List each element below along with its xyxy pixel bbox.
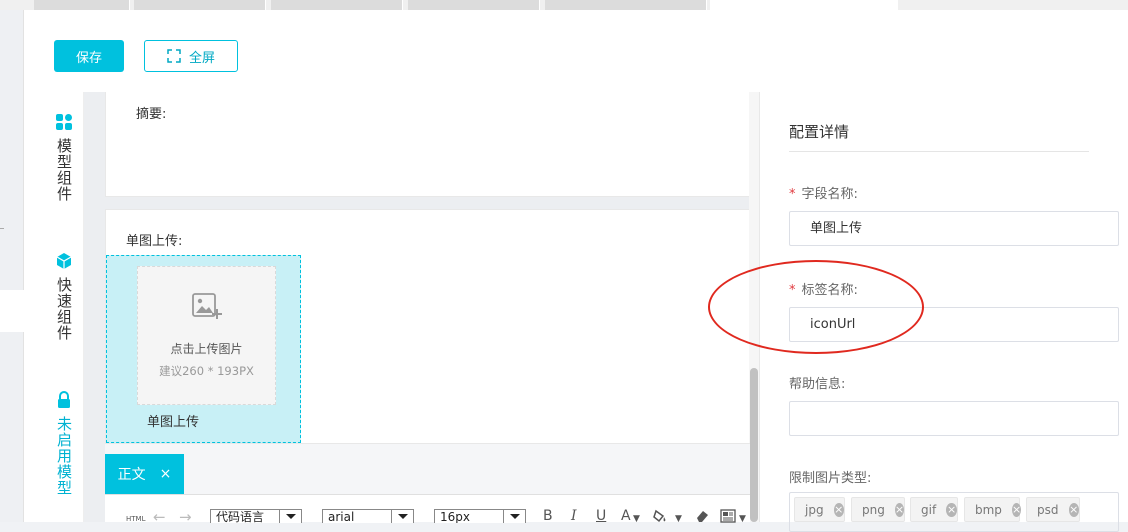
save-button-label: 保存 <box>75 50 102 66</box>
component-side-tabs: 模型组件 快速组件 未启用模型 <box>44 92 84 522</box>
image-upload-dropzone[interactable]: 点击上传图片 建议260 * 193PX <box>137 266 276 405</box>
image-type-tag: png × <box>851 497 905 522</box>
image-type-tag-label: gif <box>921 502 937 517</box>
underline-button[interactable]: U <box>596 509 606 523</box>
help-info-input[interactable] <box>789 401 1119 436</box>
upload-hint: 点击上传图片 <box>170 342 243 356</box>
image-layout-icon[interactable] <box>720 509 736 526</box>
fill-color-icon[interactable] <box>653 509 667 526</box>
chevron-down-icon <box>391 510 413 523</box>
remove-tag-icon[interactable]: × <box>1011 502 1022 517</box>
upload-size-hint: 建议260 * 193PX <box>159 364 254 378</box>
chevron-down-icon: ▼ <box>739 514 746 524</box>
fullscreen-button-label: 全屏 <box>188 50 215 66</box>
side-tab-label: 模型组件 <box>55 138 73 202</box>
image-type-tag-label: png <box>862 502 885 517</box>
code-language-value: 代码语言 <box>216 510 265 523</box>
side-tab-model-components[interactable]: 模型组件 <box>44 112 84 202</box>
add-image-icon <box>191 292 223 326</box>
required-mark: * <box>789 187 796 202</box>
tag-name-label-text: 标签名称: <box>801 283 858 298</box>
field-name-label-text: 字段名称: <box>801 187 858 202</box>
font-family-value: arial <box>328 510 355 523</box>
image-type-tag-label: psd <box>1037 502 1059 517</box>
bold-button[interactable]: B <box>543 509 553 523</box>
chevron-down-icon <box>279 510 301 523</box>
single-image-upload-label: 单图上传: <box>126 234 183 249</box>
config-divider <box>789 151 1089 152</box>
font-color-button[interactable]: A <box>621 509 631 523</box>
abstract-field-card[interactable]: 摘要: <box>105 92 750 197</box>
lock-icon <box>54 390 74 410</box>
image-type-tag: psd × <box>1026 497 1080 522</box>
chevron-down-icon: ▼ <box>633 514 640 524</box>
italic-button[interactable]: I <box>571 509 577 523</box>
cube-icon <box>54 251 74 271</box>
remove-tag-icon[interactable]: × <box>833 502 844 517</box>
abstract-label: 摘要: <box>136 107 167 122</box>
field-name-label: * 字段名称: <box>789 183 858 202</box>
fullscreen-icon <box>167 49 181 63</box>
window-tab[interactable] <box>271 0 403 10</box>
window-tab[interactable] <box>408 0 540 10</box>
tab-body-label: 正文 <box>117 467 146 483</box>
remove-tag-icon[interactable]: × <box>946 502 957 517</box>
fullscreen-button[interactable]: 全屏 <box>144 40 238 72</box>
side-tab-disabled-models[interactable]: 未启用模型 <box>44 390 84 496</box>
remove-tag-icon[interactable]: × <box>894 502 905 517</box>
tag-name-label: * 标签名称: <box>789 279 858 298</box>
chevron-down-icon: ▼ <box>675 514 682 524</box>
close-icon[interactable]: × <box>160 466 172 482</box>
left-nav-divider <box>0 228 4 229</box>
image-type-tag: gif × <box>910 497 958 522</box>
left-nav-active-item[interactable] <box>0 290 24 332</box>
tag-name-input[interactable]: iconUrl <box>789 307 1119 342</box>
remove-tag-icon[interactable]: × <box>1068 502 1079 517</box>
canvas-scrollbar-thumb[interactable] <box>750 368 758 522</box>
save-button[interactable]: 保存 <box>54 40 124 72</box>
image-type-tag: jpg × <box>794 497 845 522</box>
window-tab[interactable] <box>34 0 130 10</box>
image-type-tag-label: jpg <box>805 502 824 517</box>
eraser-icon[interactable] <box>695 509 709 526</box>
side-tab-quick-components[interactable]: 快速组件 <box>44 251 84 341</box>
left-nav-strip <box>0 10 24 522</box>
editor-toolbar: HTML ← → 代码语言 arial 16px B I U A ▼ ▼ ▼ <box>105 494 750 526</box>
redo-icon[interactable]: → <box>179 508 192 526</box>
window-tab[interactable] <box>545 0 707 10</box>
window-tab[interactable] <box>134 0 266 10</box>
undo-icon[interactable]: ← <box>153 508 166 526</box>
font-size-value: 16px <box>440 510 470 523</box>
side-tab-label: 快速组件 <box>55 277 73 341</box>
image-type-tag-label: bmp <box>975 502 1002 517</box>
chevron-down-icon <box>503 510 525 523</box>
side-tab-label: 未启用模型 <box>55 416 73 496</box>
upload-caption: 单图上传 <box>147 415 200 430</box>
field-name-input[interactable]: 单图上传 <box>789 211 1119 246</box>
required-mark: * <box>789 283 796 298</box>
tab-body-content[interactable]: 正文 × <box>105 454 184 494</box>
font-family-select[interactable]: arial <box>322 509 414 523</box>
config-panel-title: 配置详情 <box>789 123 850 141</box>
grid-icon <box>54 112 74 132</box>
image-type-tag: bmp × <box>964 497 1022 522</box>
image-types-label: 限制图片类型: <box>789 471 872 486</box>
code-language-select[interactable]: 代码语言 <box>210 509 302 523</box>
font-size-select[interactable]: 16px <box>434 509 526 523</box>
help-info-label: 帮助信息: <box>789 377 846 392</box>
window-tab-active[interactable] <box>710 0 898 10</box>
